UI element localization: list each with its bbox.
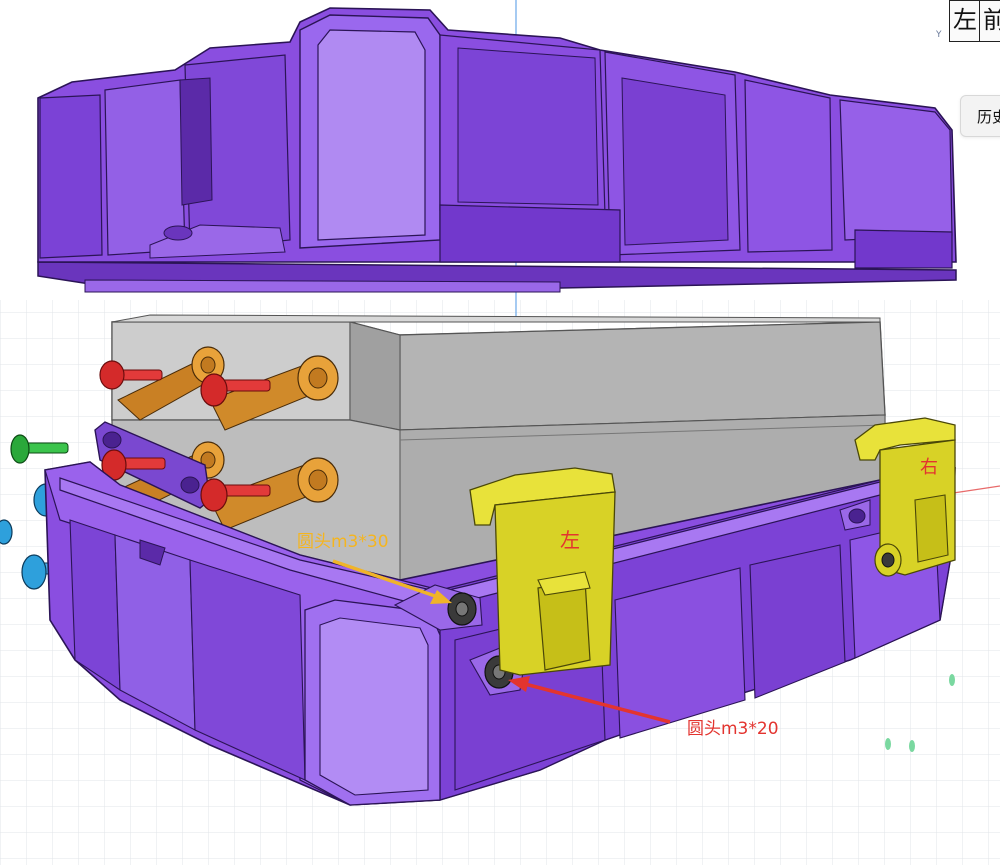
view-cube-left-face[interactable]: 左 — [949, 0, 981, 42]
history-button[interactable]: 历史 — [960, 95, 1000, 137]
right-latch-label: 右 — [920, 457, 938, 478]
model-scene[interactable] — [0, 0, 1000, 865]
view-cube-front-face[interactable]: 前 — [979, 0, 1000, 42]
3d-viewport[interactable]: 圆头m3*30 圆头m3*20 左 右 Y 左 前 历史 — [0, 0, 1000, 865]
view-cube[interactable]: Y 左 前 — [930, 0, 1000, 42]
view-cube-axis-label: Y — [936, 30, 942, 40]
annotation-screw-20: 圆头m3*20 — [687, 719, 779, 739]
case-lid[interactable] — [37, 7, 957, 293]
annotation-screw-30: 圆头m3*30 — [297, 532, 389, 552]
left-latch-label: 左 — [560, 528, 580, 552]
